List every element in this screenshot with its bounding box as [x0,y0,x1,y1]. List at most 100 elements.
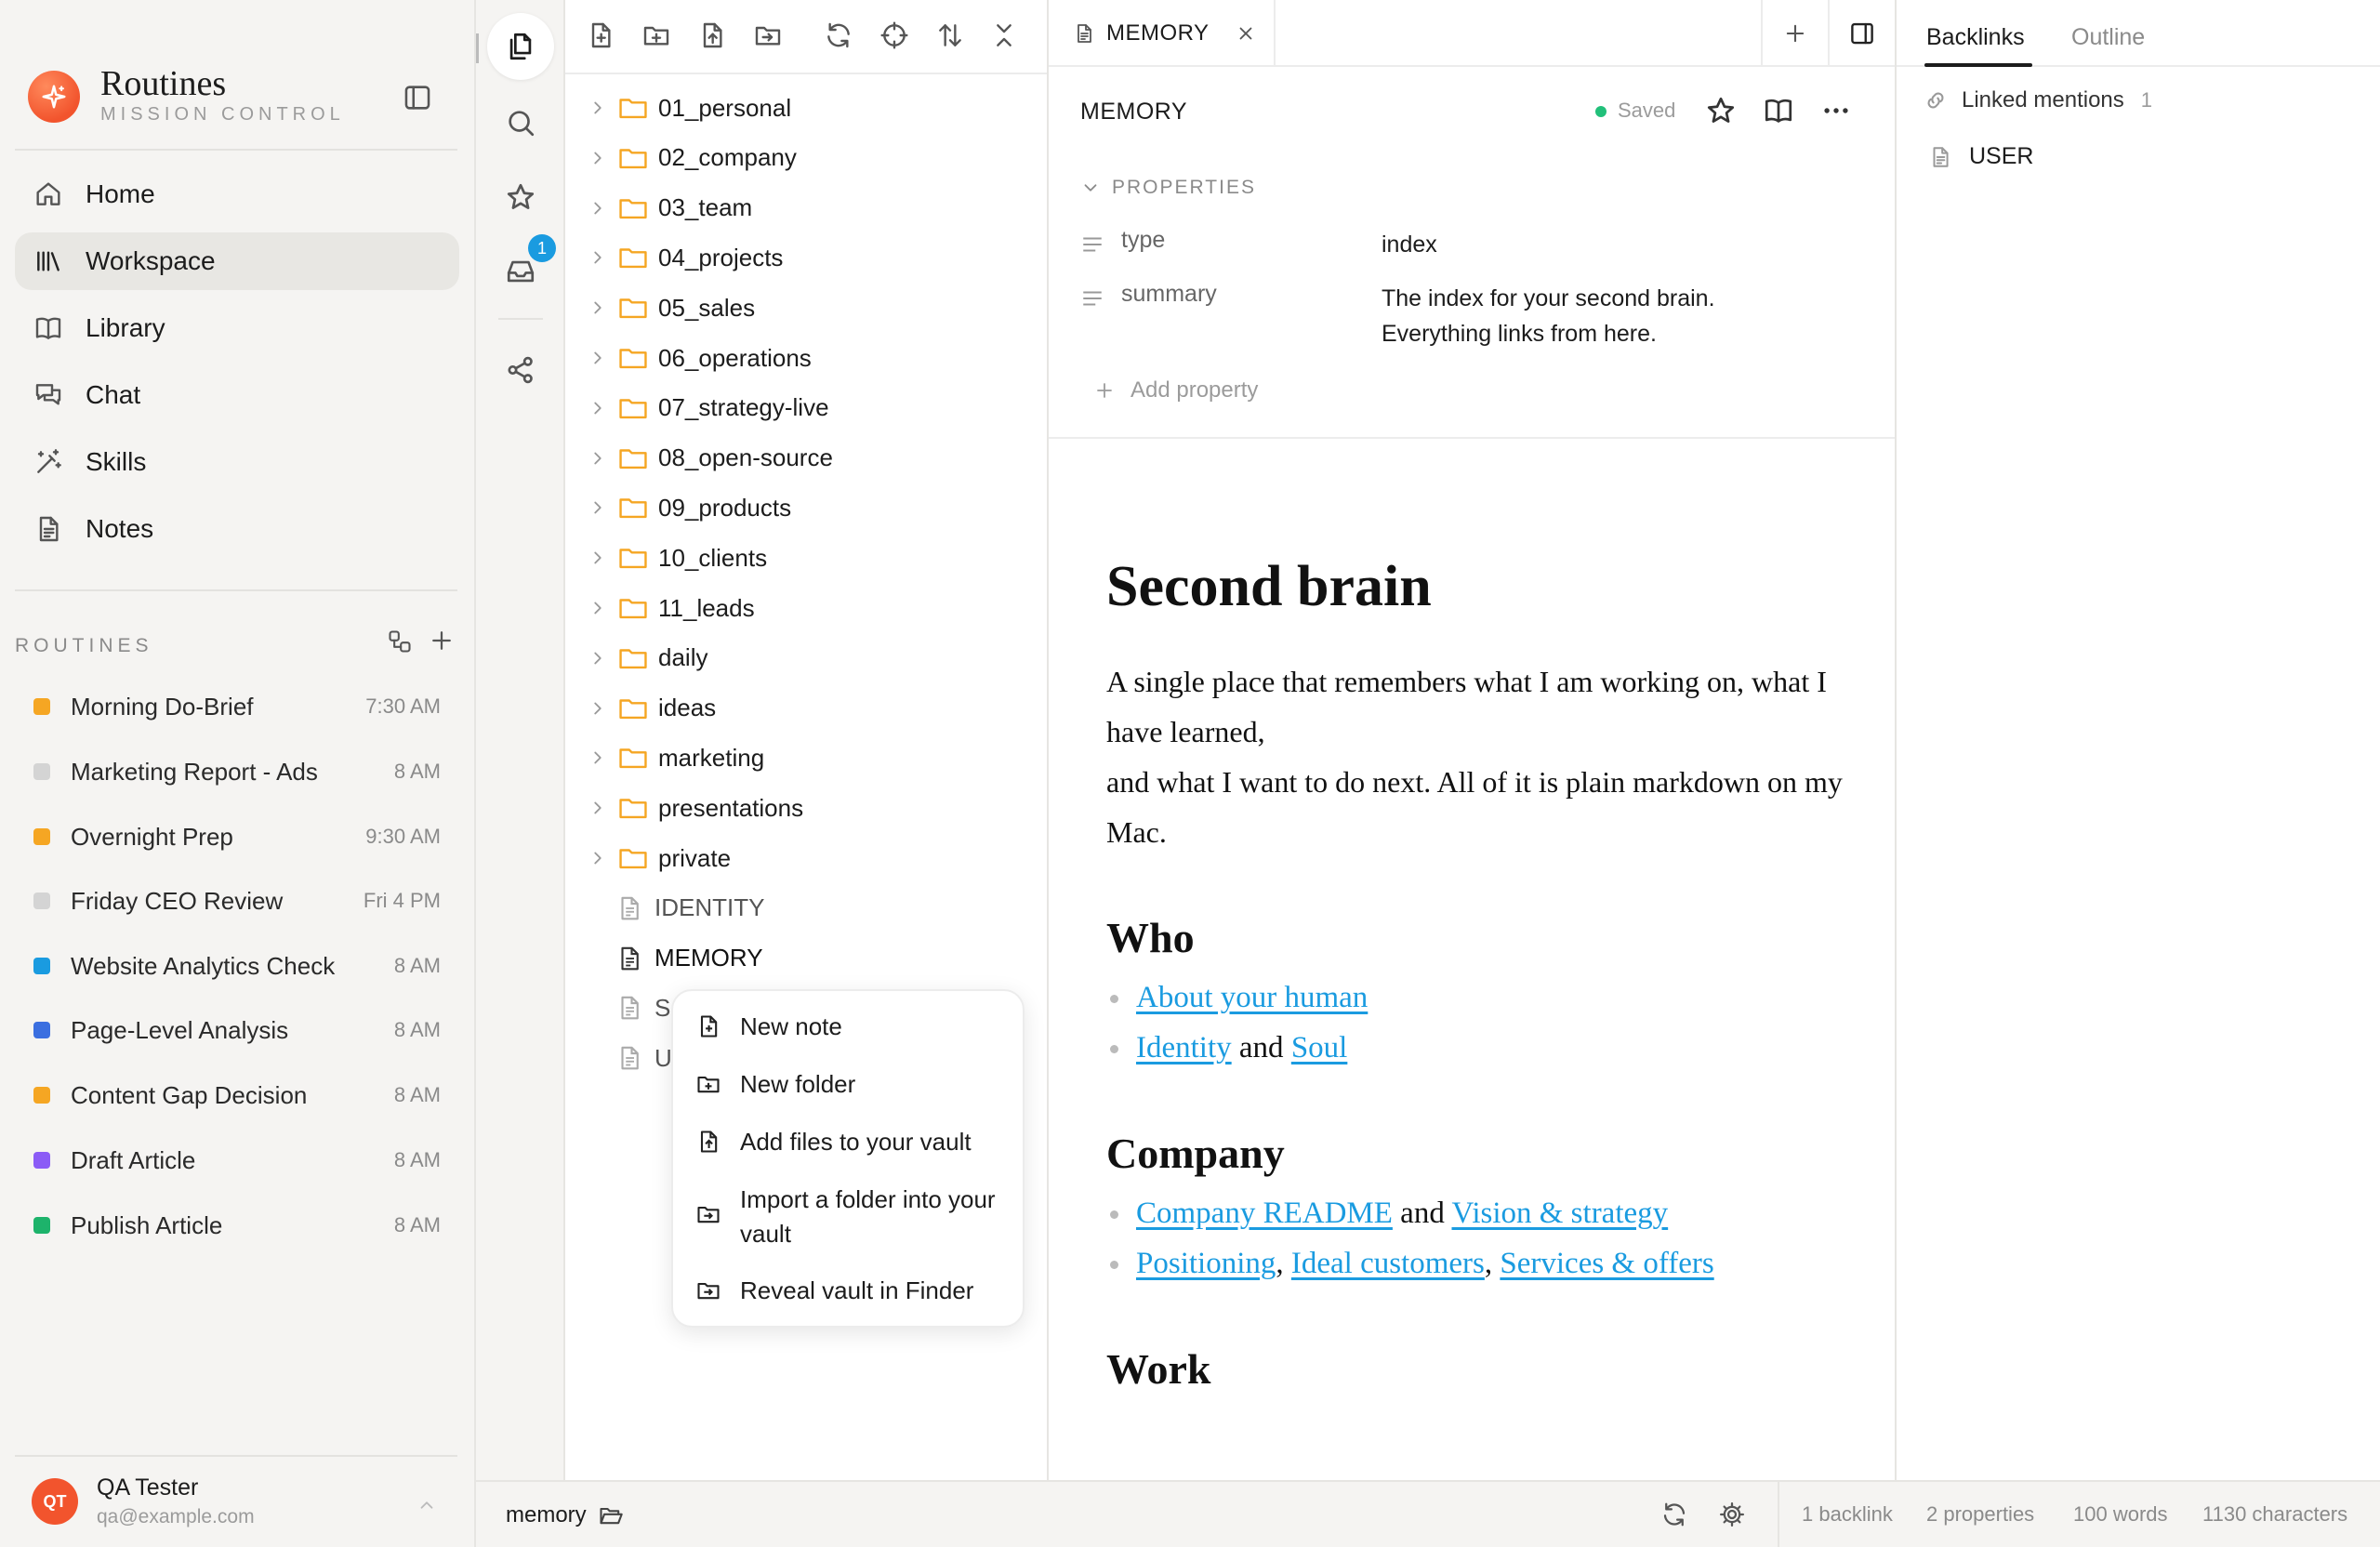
more-options-button[interactable] [1820,95,1852,126]
folder-row[interactable]: ideas [565,684,1047,733]
folder-row[interactable]: presentations [565,784,1047,832]
folder-name: 04_projects [658,243,784,271]
folder-row[interactable]: 09_products [565,483,1047,532]
wiki-link[interactable]: Ideal customers [1291,1247,1485,1280]
folder-row[interactable]: 07_strategy-live [565,384,1047,432]
locate-file-button[interactable] [879,20,909,50]
nav-item-chat[interactable]: Chat [15,366,459,424]
folder-row[interactable]: marketing [565,734,1047,782]
add-routine-button[interactable] [428,627,456,654]
wiki-link[interactable]: Services & offers [1500,1247,1713,1280]
expand-chevron[interactable] [588,198,608,218]
folder-row[interactable]: 04_projects [565,233,1047,282]
wiki-link[interactable]: Vision & strategy [1451,1197,1668,1230]
document-content[interactable]: Second brain A single place that remembe… [1049,439,1895,1480]
expand-chevron[interactable] [588,848,608,868]
expand-chevron[interactable] [588,598,608,618]
expand-chevron[interactable] [588,247,608,268]
avatar[interactable]: QT [32,1478,78,1525]
add-property-button[interactable]: Add property [1093,377,1258,403]
tab-backlinks[interactable]: Backlinks [1926,24,2025,51]
file-row[interactable]: MEMORY [565,934,1047,983]
nav-item-home[interactable]: Home [15,165,459,223]
folder-row[interactable]: daily [565,634,1047,682]
sync-button[interactable] [1660,1501,1688,1528]
expand-chevron[interactable] [588,698,608,719]
add-files-button[interactable] [697,20,727,50]
wiki-link[interactable]: Company README [1136,1197,1393,1230]
menu-item-new-note[interactable]: New note [695,1010,1028,1044]
property-value[interactable]: index [1382,227,1809,262]
folder-row[interactable]: 02_company [565,134,1047,182]
import-folder-button[interactable] [753,20,783,50]
rail-search-button[interactable] [487,89,554,156]
favorite-button[interactable] [1705,95,1737,126]
nav-item-library[interactable]: Library [15,299,459,357]
menu-item-import-folder[interactable]: Import a folder into your vault [695,1183,1019,1251]
properties-toggle[interactable]: PROPERTIES [1080,177,1256,199]
settings-button[interactable] [1718,1501,1746,1528]
sidebar-toggle-button[interactable] [402,82,433,113]
close-icon[interactable] [1236,23,1256,44]
routine-item[interactable]: Publish Article 8 AM [15,1199,459,1251]
folder-row[interactable]: private [565,834,1047,882]
backlink-item[interactable]: USER [1928,143,2033,170]
nav-item-skills[interactable]: Skills [15,433,459,491]
wiki-link[interactable]: About your human [1136,981,1368,1014]
sort-button[interactable] [935,20,965,50]
expand-chevron[interactable] [588,747,608,768]
folder-row[interactable]: 11_leads [565,584,1047,632]
expand-chevron[interactable] [588,398,608,418]
file-row[interactable]: IDENTITY [565,884,1047,932]
new-tab-button[interactable] [1761,0,1828,67]
expand-chevron[interactable] [588,148,608,168]
routine-item[interactable]: Overnight Prep 9:30 AM [15,811,459,863]
menu-item-add-files[interactable]: Add files to your vault [695,1125,1028,1159]
wiki-link[interactable]: Identity [1136,1031,1232,1064]
rail-files-button[interactable] [487,13,554,80]
nav-item-notes[interactable]: Notes [15,500,459,558]
expand-chevron[interactable] [588,298,608,318]
routine-item[interactable]: Draft Article 8 AM [15,1134,459,1186]
folder-row[interactable]: 05_sales [565,284,1047,332]
rail-graph-button[interactable] [487,337,554,403]
routine-link-button[interactable] [387,628,413,654]
routine-item[interactable]: Page-Level Analysis 8 AM [15,1004,459,1056]
toggle-right-panel-button[interactable] [1828,0,1895,67]
rail-favorites-button[interactable] [487,164,554,231]
expand-chevron[interactable] [588,497,608,518]
reading-mode-button[interactable] [1763,95,1794,126]
routine-item[interactable]: Morning Do-Brief 7:30 AM [15,681,459,733]
wiki-link[interactable]: Positioning [1136,1247,1276,1280]
tab-outline[interactable]: Outline [2071,24,2145,51]
menu-item-new-folder[interactable]: New folder [695,1067,1028,1102]
folder-row[interactable]: 03_team [565,184,1047,232]
expand-chevron[interactable] [588,98,608,118]
wiki-link[interactable]: Soul [1291,1031,1348,1064]
routine-item[interactable]: Content Gap Decision 8 AM [15,1069,459,1121]
tab-memory[interactable]: MEMORY [1049,0,1276,67]
routine-item[interactable]: Friday CEO Review Fri 4 PM [15,875,459,927]
nav-item-workspace[interactable]: Workspace [15,232,459,290]
expand-chevron[interactable] [588,548,608,568]
new-folder-button[interactable] [641,20,671,50]
folder-row[interactable]: 01_personal [565,84,1047,132]
folder-row[interactable]: 06_operations [565,334,1047,382]
menu-item-reveal-in-finder[interactable]: Reveal vault in Finder [695,1274,1028,1308]
expand-chevron[interactable] [588,798,608,818]
new-note-button[interactable] [586,20,615,50]
linked-mentions-header[interactable]: Linked mentions 1 [1923,87,2152,113]
resize-handle[interactable] [476,33,479,63]
expand-chevron[interactable] [588,648,608,668]
folder-row[interactable]: 08_open-source [565,434,1047,483]
collapse-all-button[interactable] [989,20,1019,50]
property-value[interactable]: The index for your second brain. Everyth… [1382,281,1809,351]
expand-chevron[interactable] [588,348,608,368]
expand-chevron[interactable] [588,448,608,469]
folder-row[interactable]: 10_clients [565,534,1047,582]
user-menu-button[interactable] [416,1495,437,1515]
routine-item[interactable]: Website Analytics Check 8 AM [15,940,459,992]
refresh-button[interactable] [824,20,853,50]
current-folder[interactable]: memory [506,1502,624,1528]
routine-item[interactable]: Marketing Report - Ads 8 AM [15,746,459,798]
